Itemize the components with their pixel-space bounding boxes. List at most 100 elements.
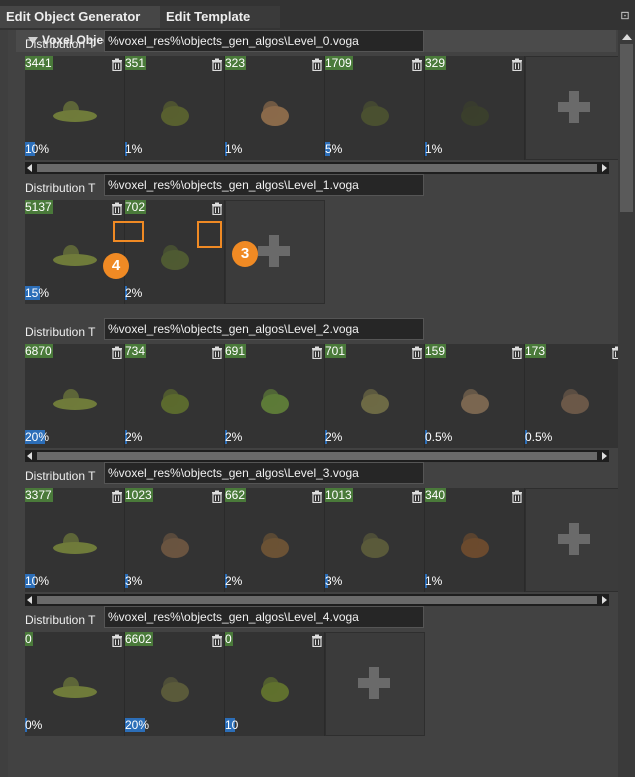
object-tile[interactable]: 3441 10% xyxy=(25,56,125,160)
template-path-field[interactable]: %voxel_res%\objects_gen_algos\Level_1.vo… xyxy=(104,174,424,196)
object-count[interactable]: 1709 xyxy=(325,56,353,70)
trash-icon[interactable] xyxy=(211,490,223,504)
object-count[interactable]: 340 xyxy=(425,488,447,502)
object-tile[interactable]: 3377 10% xyxy=(25,488,125,592)
template-path-field[interactable]: %voxel_res%\objects_gen_algos\Level_3.vo… xyxy=(104,462,424,484)
object-count[interactable]: 662 xyxy=(225,488,247,502)
trash-icon[interactable] xyxy=(411,346,423,360)
trash-icon[interactable] xyxy=(311,634,323,648)
scroll-thumb[interactable] xyxy=(37,164,597,172)
object-percent[interactable]: 0% xyxy=(25,718,42,732)
scroll-right-arrow-icon[interactable] xyxy=(602,452,607,460)
object-tile[interactable]: 6870 20% xyxy=(25,344,125,448)
object-percent[interactable]: 15% xyxy=(25,286,49,300)
trash-icon[interactable] xyxy=(511,490,523,504)
object-percent[interactable]: 1% xyxy=(425,142,442,156)
scroll-up-arrow-icon[interactable] xyxy=(622,34,632,40)
scroll-left-arrow-icon[interactable] xyxy=(27,596,32,604)
object-tile[interactable]: 6602 20% xyxy=(125,632,225,736)
object-percent[interactable]: 2% xyxy=(225,430,242,444)
object-percent[interactable]: 1% xyxy=(125,142,142,156)
trash-icon[interactable] xyxy=(511,346,523,360)
trash-icon[interactable] xyxy=(311,346,323,360)
object-percent[interactable]: 3% xyxy=(125,574,142,588)
object-count[interactable]: 351 xyxy=(125,56,147,70)
object-tile[interactable]: 340 1% xyxy=(425,488,525,592)
object-count[interactable]: 701 xyxy=(325,344,347,358)
object-percent[interactable]: 1% xyxy=(425,574,442,588)
tab-edit-template[interactable]: Edit Template xyxy=(160,6,280,28)
object-percent[interactable]: 0.5% xyxy=(525,430,552,444)
object-tile[interactable]: 1709 5% xyxy=(325,56,425,160)
scroll-thumb[interactable] xyxy=(620,44,633,212)
object-tile[interactable]: 691 2% xyxy=(225,344,325,448)
object-count[interactable]: 1023 xyxy=(125,488,153,502)
trash-icon[interactable] xyxy=(211,346,223,360)
object-tile[interactable]: 329 1% xyxy=(425,56,525,160)
trash-icon[interactable] xyxy=(111,202,123,216)
template-path-field[interactable]: %voxel_res%\objects_gen_algos\Level_4.vo… xyxy=(104,606,424,628)
object-count[interactable]: 702 xyxy=(125,200,147,214)
trash-icon[interactable] xyxy=(311,490,323,504)
trash-icon[interactable] xyxy=(111,634,123,648)
trash-icon[interactable] xyxy=(111,58,123,72)
trash-icon[interactable] xyxy=(111,490,123,504)
object-percent[interactable]: 2% xyxy=(225,574,242,588)
object-percent[interactable]: 20% xyxy=(25,430,49,444)
object-tile[interactable]: 1023 3% xyxy=(125,488,225,592)
object-tile[interactable]: 0 0% xyxy=(25,632,125,736)
object-count[interactable]: 173 xyxy=(525,344,547,358)
vertical-scrollbar[interactable] xyxy=(618,30,635,777)
template-path-field[interactable]: %voxel_res%\objects_gen_algos\Level_2.vo… xyxy=(104,318,424,340)
scroll-left-arrow-icon[interactable] xyxy=(27,164,32,172)
object-count[interactable]: 6870 xyxy=(25,344,53,358)
object-count[interactable]: 0 xyxy=(225,632,233,646)
horizontal-scrollbar[interactable] xyxy=(25,450,609,462)
template-path-field[interactable]: %voxel_res%\objects_gen_algos\Level_0.vo… xyxy=(104,30,424,52)
object-count[interactable]: 159 xyxy=(425,344,447,358)
trash-icon[interactable] xyxy=(411,58,423,72)
pin-icon[interactable]: ⊡ xyxy=(619,10,631,22)
object-percent[interactable]: 10 xyxy=(225,718,238,732)
object-percent[interactable]: 20% xyxy=(125,718,149,732)
object-percent[interactable]: 3% xyxy=(325,574,342,588)
scroll-right-arrow-icon[interactable] xyxy=(602,596,607,604)
trash-icon[interactable] xyxy=(211,202,223,216)
object-tile[interactable]: 662 2% xyxy=(225,488,325,592)
trash-icon[interactable] xyxy=(311,58,323,72)
object-percent[interactable]: 2% xyxy=(125,430,142,444)
object-count[interactable]: 323 xyxy=(225,56,247,70)
add-object-button[interactable] xyxy=(525,56,618,160)
scroll-thumb[interactable] xyxy=(37,452,597,460)
object-count[interactable]: 329 xyxy=(425,56,447,70)
object-count[interactable]: 5137 xyxy=(25,200,53,214)
object-percent[interactable]: 2% xyxy=(325,430,342,444)
scroll-thumb[interactable] xyxy=(37,596,597,604)
object-count[interactable]: 3377 xyxy=(25,488,53,502)
object-tile[interactable]: 734 2% xyxy=(125,344,225,448)
scroll-right-arrow-icon[interactable] xyxy=(602,164,607,172)
trash-icon[interactable] xyxy=(111,346,123,360)
object-count[interactable]: 6602 xyxy=(125,632,153,646)
horizontal-scrollbar[interactable] xyxy=(25,594,609,606)
trash-icon[interactable] xyxy=(411,490,423,504)
trash-icon[interactable] xyxy=(611,346,618,360)
trash-icon[interactable] xyxy=(211,634,223,648)
object-count[interactable]: 691 xyxy=(225,344,247,358)
scroll-left-arrow-icon[interactable] xyxy=(27,452,32,460)
object-tile[interactable]: 1013 3% xyxy=(325,488,425,592)
object-tile[interactable]: 351 1% xyxy=(125,56,225,160)
tab-edit-object-generator[interactable]: Edit Object Generator xyxy=(0,6,160,28)
object-percent[interactable]: 1% xyxy=(225,142,242,156)
object-count[interactable]: 0 xyxy=(25,632,33,646)
object-tile[interactable]: 701 2% xyxy=(325,344,425,448)
trash-icon[interactable] xyxy=(511,58,523,72)
object-tile[interactable]: 159 0.5% xyxy=(425,344,525,448)
horizontal-scrollbar[interactable] xyxy=(25,162,609,174)
object-tile[interactable]: 173 0.5% xyxy=(525,344,618,448)
object-tile[interactable]: 5137 15% xyxy=(25,200,125,304)
object-tile[interactable]: 0 10 xyxy=(225,632,325,736)
object-percent[interactable]: 0.5% xyxy=(425,430,452,444)
object-percent[interactable]: 10% xyxy=(25,142,49,156)
add-object-button[interactable] xyxy=(525,488,618,592)
